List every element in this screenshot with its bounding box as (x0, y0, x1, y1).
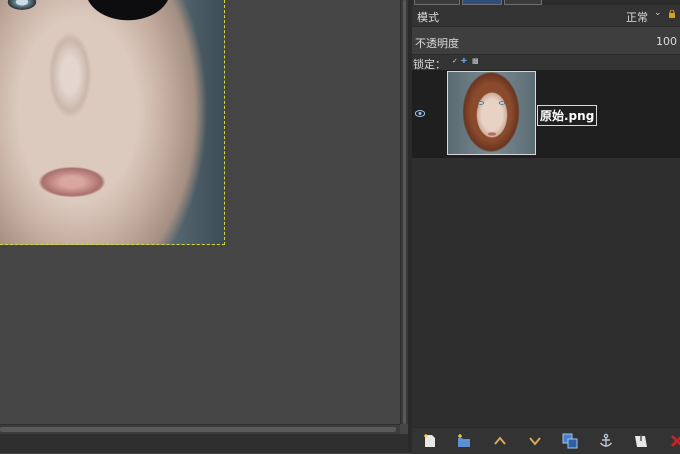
chevron-down-icon[interactable]: ⌄ (654, 8, 662, 18)
mode-label: 模式 (417, 11, 439, 24)
opacity-value[interactable]: 100 (656, 35, 677, 48)
lower-layer-icon[interactable] (527, 433, 543, 449)
image-canvas[interactable] (0, 0, 400, 424)
vertical-scrollbar-thumb[interactable] (403, 0, 406, 424)
eye-icon[interactable] (415, 110, 425, 117)
opacity-slider[interactable]: 不透明度 100 (412, 26, 680, 55)
raise-layer-icon[interactable] (492, 433, 508, 449)
layer-row[interactable]: 原始.png (412, 70, 680, 158)
layer-name[interactable]: 原始.png (537, 105, 598, 126)
merge-down-icon[interactable] (633, 433, 649, 449)
new-layer-icon[interactable] (422, 433, 438, 449)
lock-pixels-icon[interactable]: ✓ (452, 57, 458, 65)
new-layer-group-icon[interactable] (456, 433, 472, 449)
layers-toolbar (412, 427, 680, 454)
layer-thumbnail[interactable] (447, 71, 536, 155)
opacity-label: 不透明度 (415, 37, 459, 50)
layers-panel: 模式 正常 ⌄ 不透明度 100 锁定： ✓ ✚ ▩ 原始.png (412, 0, 680, 454)
delete-layer-icon[interactable] (669, 433, 680, 449)
anchor-layer-icon[interactable] (598, 433, 614, 449)
horizontal-scrollbar-thumb[interactable] (0, 427, 396, 432)
lock-position-icon[interactable]: ✚ (461, 57, 467, 65)
canvas-status-strip (0, 434, 408, 453)
duplicate-layer-icon[interactable] (562, 433, 578, 449)
mode-row: 模式 正常 ⌄ (412, 5, 680, 26)
layer-list[interactable]: 原始.png (412, 70, 680, 427)
lock-alpha-icon[interactable]: ▩ (472, 57, 479, 65)
reset-mode-icon[interactable] (669, 10, 675, 18)
lock-row: 锁定： ✓ ✚ ▩ (412, 55, 680, 71)
mode-select[interactable]: 正常 (626, 9, 648, 25)
layer-boundary (0, 0, 225, 245)
